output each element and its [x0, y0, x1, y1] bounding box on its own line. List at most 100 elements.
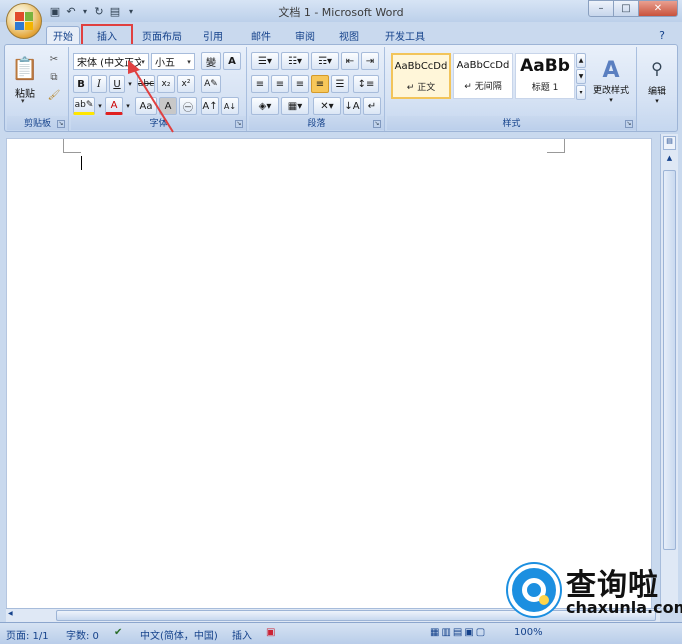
highlight-icon[interactable]: ab✎ — [73, 97, 95, 115]
sort-icon[interactable]: ↓A — [343, 97, 361, 115]
italic-button[interactable]: I — [91, 75, 107, 93]
font-launcher-icon[interactable]: ↘ — [235, 120, 243, 128]
text-cursor — [81, 156, 82, 170]
multilevel-list-icon[interactable]: ☶▾ — [311, 52, 339, 70]
chevron-down-icon[interactable]: ▾ — [185, 55, 193, 68]
font-name-combo[interactable]: 宋体 (中文正文) ▾ — [73, 53, 149, 70]
phonetic-guide-icon[interactable]: 變 — [201, 52, 221, 70]
line-spacing-icon[interactable]: ↕≡ — [353, 75, 379, 93]
vertical-scrollbar[interactable]: ▤ ▲ — [660, 134, 678, 608]
bold-button[interactable]: B — [73, 75, 89, 93]
word-count[interactable]: 字数: 0 — [66, 627, 99, 642]
tab-page-layout[interactable]: 页面布局 — [138, 26, 186, 44]
font-size-combo[interactable]: 小五 ▾ — [151, 53, 195, 70]
chevron-down-icon: ▾ — [609, 96, 613, 104]
insert-tab-highlight — [81, 24, 133, 46]
style-no-spacing[interactable]: AaBbCcDd ↵ 无间隔 — [453, 53, 513, 99]
align-left-icon[interactable]: ≡ — [251, 75, 269, 93]
help-icon[interactable]: ? — [652, 26, 672, 44]
highlight-dropdown-icon[interactable]: ▾ — [96, 97, 104, 115]
office-button[interactable] — [6, 3, 42, 39]
paste-dropdown-icon[interactable]: ▾ — [21, 97, 25, 105]
minimize-button[interactable]: – — [588, 0, 614, 17]
clear-formatting-icon[interactable]: A✎ — [201, 75, 221, 93]
clipboard-launcher-icon[interactable]: ↘ — [57, 120, 65, 128]
numbering-icon[interactable]: ☷▾ — [281, 52, 309, 70]
underline-button[interactable]: U — [109, 75, 125, 93]
scroll-up-icon[interactable]: ▲ — [663, 154, 676, 168]
paragraph-launcher-icon[interactable]: ↘ — [373, 120, 381, 128]
enclose-characters-icon[interactable]: ㊀ — [179, 97, 197, 115]
align-right-icon[interactable]: ≡ — [291, 75, 309, 93]
close-button[interactable]: ✕ — [638, 0, 678, 17]
styles-group-label: 样式 — [387, 116, 636, 130]
tab-references[interactable]: 引用 — [198, 26, 228, 44]
tab-review[interactable]: 审阅 — [290, 26, 320, 44]
language-indicator[interactable]: 中文(简体，中国) — [140, 627, 218, 642]
styles-more-icon[interactable]: ▾ — [576, 85, 586, 100]
insert-mode[interactable]: 插入 — [232, 627, 252, 642]
ruler-toggle-icon[interactable]: ▤ — [663, 136, 676, 150]
character-shading-icon[interactable]: A — [159, 97, 177, 115]
show-marks-icon[interactable]: ↵ — [363, 97, 381, 115]
change-styles-button[interactable]: A 更改样式 ▾ — [590, 51, 632, 111]
paste-icon[interactable]: 📋 — [11, 51, 39, 87]
chevron-down-icon[interactable]: ▾ — [139, 55, 147, 68]
print-preview-icon[interactable]: ▤ — [108, 4, 122, 18]
subscript-button[interactable]: x₂ — [157, 75, 175, 93]
scroll-thumb[interactable] — [663, 170, 676, 550]
shrink-font-icon[interactable]: A↓ — [221, 97, 239, 115]
redo-icon[interactable]: ↻ — [92, 4, 106, 18]
view-buttons-icon[interactable]: ▦▥▤▣▢ — [430, 627, 487, 638]
style-heading-1[interactable]: AaBb 标题 1 — [515, 53, 575, 99]
decrease-indent-icon[interactable]: ⇤ — [341, 52, 359, 70]
styles-scroll-up-icon[interactable]: ▲ — [576, 53, 586, 68]
distributed-icon[interactable]: ☰ — [331, 75, 349, 93]
tab-home[interactable]: 开始 — [46, 26, 80, 44]
cut-icon[interactable]: ✂ — [45, 51, 63, 67]
change-styles-icon: A — [602, 58, 620, 83]
maximize-button[interactable]: □ — [613, 0, 639, 17]
superscript-button[interactable]: x² — [177, 75, 195, 93]
scroll-left-icon[interactable]: ◀ — [8, 610, 18, 621]
editing-button[interactable]: ⚲ 编辑 ▾ — [641, 51, 673, 113]
bullets-icon[interactable]: ☰▾ — [251, 52, 279, 70]
styles-scroll-down-icon[interactable]: ▼ — [576, 69, 586, 84]
style-name: ↵ 正文 — [406, 83, 436, 93]
page-count[interactable]: 页面: 1/1 — [6, 627, 49, 642]
grow-font-icon[interactable]: A↑ — [201, 97, 219, 115]
customize-qat-icon[interactable]: ▾ — [124, 4, 138, 18]
zoom-level[interactable]: 100% — [514, 627, 543, 638]
tab-developer[interactable]: 开发工具 — [378, 26, 432, 44]
chevron-down-icon: ▾ — [655, 97, 659, 105]
format-painter-icon[interactable]: 🖌 — [45, 87, 63, 103]
proofing-icon[interactable]: ✔ — [114, 627, 122, 638]
increase-indent-icon[interactable]: ⇥ — [361, 52, 379, 70]
justify-icon[interactable]: ≡ — [311, 75, 329, 93]
styles-launcher-icon[interactable]: ↘ — [625, 120, 633, 128]
undo-dropdown-icon[interactable]: ▾ — [78, 4, 92, 18]
editing-group: ⚲ 编辑 ▾ — [639, 47, 677, 131]
tab-view[interactable]: 视图 — [334, 26, 364, 44]
tab-mailings[interactable]: 邮件 — [246, 26, 276, 44]
font-color-dropdown-icon[interactable]: ▾ — [124, 97, 132, 115]
undo-icon[interactable]: ↶ — [64, 4, 78, 18]
shading-icon[interactable]: ◈▾ — [251, 97, 279, 115]
change-case-icon[interactable]: Aa — [135, 97, 157, 115]
strikethrough-button[interactable]: abc — [137, 75, 155, 93]
save-icon[interactable]: ▣ — [48, 4, 62, 18]
font-color-icon[interactable]: A — [105, 97, 123, 115]
macro-record-icon[interactable]: ▣ — [266, 627, 275, 638]
align-center-icon[interactable]: ≡ — [271, 75, 289, 93]
borders-icon[interactable]: ▦▾ — [281, 97, 309, 115]
style-normal[interactable]: AaBbCcDd ↵ 正文 — [391, 53, 451, 99]
character-border-icon[interactable]: A — [223, 52, 241, 70]
copy-icon[interactable]: ⧉ — [45, 69, 63, 85]
chinese-layout-icon[interactable]: ✕▾ — [313, 97, 341, 115]
document-page[interactable] — [6, 138, 652, 610]
underline-dropdown-icon[interactable]: ▾ — [126, 75, 134, 93]
styles-group: AaBbCcDd ↵ 正文 AaBbCcDd ↵ 无间隔 AaBb 标题 1 ▲… — [387, 47, 637, 131]
paragraph-group-label: 段落 — [249, 116, 384, 130]
margin-mark-right — [547, 139, 565, 153]
paste-label[interactable]: 粘贴 — [11, 85, 39, 100]
